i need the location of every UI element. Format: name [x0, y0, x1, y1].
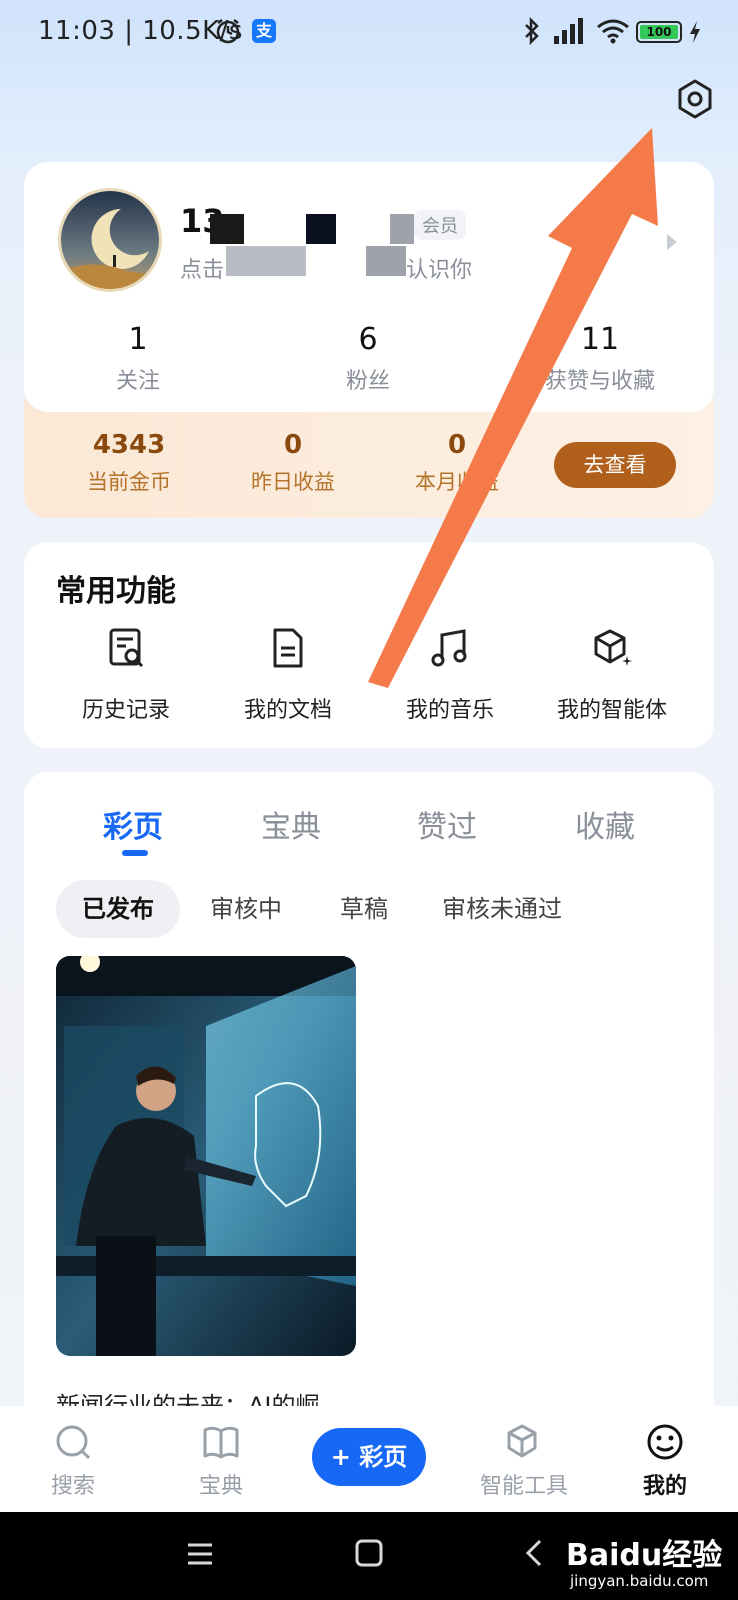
alarm-icon: [216, 19, 240, 44]
menu-icon[interactable]: [186, 1540, 214, 1568]
coin-number: 0: [283, 430, 303, 460]
avatar[interactable]: [58, 188, 162, 292]
privacy-mask: [210, 214, 244, 244]
func-label: 我的文档: [243, 698, 332, 723]
document-icon: [273, 628, 303, 668]
charging-icon: [690, 21, 700, 43]
wifi-icon: [597, 19, 629, 44]
nav-baodian[interactable]: 宝典: [166, 1422, 276, 1500]
subtab-rejected[interactable]: 审核未通过: [442, 880, 562, 938]
coin-yesterday: 0 昨日收益: [218, 430, 368, 496]
stat-label: 关注: [115, 369, 160, 394]
tab-baodian[interactable]: 宝典: [216, 802, 366, 846]
section-title: 常用功能: [56, 574, 176, 609]
privacy-mask: [226, 246, 306, 276]
stat-following[interactable]: 1 关注: [38, 322, 238, 395]
home-icon[interactable]: [354, 1538, 384, 1568]
coin-number: 4343: [92, 430, 166, 460]
book-icon: [203, 1426, 239, 1459]
create-caiye-button[interactable]: + 彩页: [312, 1428, 426, 1486]
bluetooth-icon: [525, 16, 539, 46]
func-label: 我的音乐: [405, 698, 494, 723]
nav-label: 我的: [642, 1474, 687, 1499]
subtab-drafts[interactable]: 草稿: [340, 880, 388, 938]
profile-subtitle-start: 点击: [180, 258, 225, 283]
battery-icon: 100: [636, 21, 682, 43]
nav-ai-tools[interactable]: 智能工具: [462, 1422, 586, 1500]
post-image: [56, 956, 356, 1356]
alipay-icon: 支: [252, 19, 276, 43]
watermark-url: jingyan.baidu.com: [570, 1572, 709, 1590]
func-label: 历史记录: [81, 698, 170, 723]
face-icon: [647, 1424, 683, 1460]
nav-label: 宝典: [198, 1474, 243, 1499]
subtab-published[interactable]: 已发布: [56, 880, 180, 938]
func-label: 我的智能体: [556, 698, 667, 723]
nav-label: 智能工具: [479, 1474, 568, 1499]
coin-current: 4343 当前金币: [54, 430, 204, 496]
tab-indicator: [122, 850, 148, 856]
search-icon: [56, 1425, 91, 1460]
stat-number: 1: [128, 322, 148, 357]
watermark-logo: Baidu经验: [566, 1538, 723, 1573]
func-history[interactable]: 历史记录: [46, 626, 206, 724]
battery-level: 100: [640, 25, 678, 39]
history-icon: [109, 628, 144, 668]
nav-search[interactable]: 搜索: [18, 1422, 128, 1500]
annotation-arrow-icon: [368, 128, 658, 688]
settings-icon[interactable]: [672, 76, 718, 122]
privacy-mask: [306, 214, 336, 244]
status-time: 11:03 | 10.5K/s: [38, 16, 243, 46]
subtab-reviewing[interactable]: 审核中: [210, 880, 282, 938]
nav-label: 搜索: [50, 1474, 95, 1499]
tab-favorites[interactable]: 收藏: [530, 802, 680, 846]
back-icon[interactable]: [524, 1538, 544, 1568]
cube-icon: [507, 1424, 537, 1458]
func-documents[interactable]: 我的文档: [208, 626, 368, 724]
tab-liked[interactable]: 赞过: [372, 802, 522, 846]
status-bar: 11:03 | 10.5K/s 支 100: [0, 0, 738, 64]
post-thumbnail[interactable]: [56, 956, 356, 1356]
nav-mine[interactable]: 我的: [610, 1422, 720, 1500]
signal-icon: [554, 18, 583, 44]
coin-label: 当前金币: [87, 470, 171, 494]
tab-caiye[interactable]: 彩页: [58, 802, 208, 846]
coin-label: 昨日收益: [251, 470, 335, 494]
